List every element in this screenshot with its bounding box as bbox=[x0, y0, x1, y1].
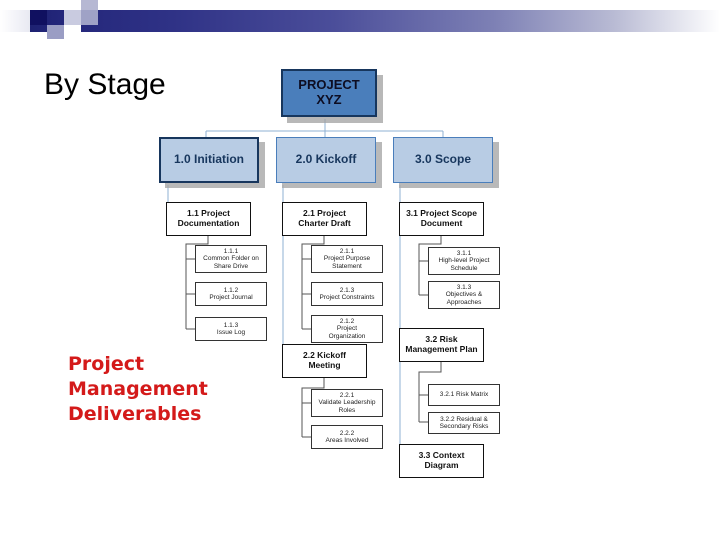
node-3-2-1-risk-matrix[interactable]: 3.2.1 Risk Matrix bbox=[428, 384, 500, 406]
node-label: 2.2.1 Validate Leadership Roles bbox=[318, 392, 376, 414]
node-stage-1-0-initiation[interactable]: 1.0 Initiation bbox=[159, 137, 259, 183]
node-label: 3.1.3 Objectives & Approaches bbox=[445, 284, 483, 306]
node-label: 1.0 Initiation bbox=[173, 152, 244, 167]
node-label: 2.1.2 Project Organization bbox=[328, 318, 366, 340]
node-2-2-kickoff-meeting[interactable]: 2.2 Kickoff Meeting bbox=[282, 344, 367, 378]
node-stage-3-0-scope[interactable]: 3.0 Scope bbox=[393, 137, 493, 183]
node-3-2-2-residual-and-secondary-risks[interactable]: 3.2.2 Residual & Secondary Risks bbox=[428, 412, 500, 434]
node-label: 2.0 Kickoff bbox=[295, 152, 357, 167]
slide-canvas: By Stage Project Management Deliverables bbox=[0, 0, 720, 540]
node-label: 3.2.2 Residual & Secondary Risks bbox=[439, 415, 489, 430]
node-3-2-risk-management-plan[interactable]: 3.2 Risk Management Plan bbox=[399, 328, 484, 362]
node-2-2-1-validate-leadership-roles[interactable]: 2.2.1 Validate Leadership Roles bbox=[311, 389, 383, 417]
node-label: 2.2.2 Areas Involved bbox=[325, 429, 369, 444]
node-3-1-3-objectives-and-approaches[interactable]: 3.1.3 Objectives & Approaches bbox=[428, 281, 500, 309]
node-1-1-1-common-folder-on-share-drive[interactable]: 1.1.1 Common Folder on Share Drive bbox=[195, 245, 267, 273]
node-label: 3.2.1 Risk Matrix bbox=[439, 391, 489, 399]
node-label: 2.1 Project Charter Draft bbox=[298, 208, 351, 228]
node-3-1-project-scope-document[interactable]: 3.1 Project Scope Document bbox=[399, 202, 484, 236]
node-2-1-1-project-purpose-statement[interactable]: 2.1.1 Project Purpose Statement bbox=[311, 245, 383, 273]
node-3-1-1-high-level-project-schedule[interactable]: 3.1.1 High-level Project Schedule bbox=[428, 247, 500, 275]
node-project-xyz[interactable]: PROJECT XYZ bbox=[281, 69, 377, 117]
node-1-1-project-documentation[interactable]: 1.1 Project Documentation bbox=[166, 202, 251, 236]
node-2-1-project-charter-draft[interactable]: 2.1 Project Charter Draft bbox=[282, 202, 367, 236]
node-label: 3.0 Scope bbox=[414, 152, 472, 167]
node-label: PROJECT XYZ bbox=[298, 77, 360, 107]
node-1-1-3-issue-log[interactable]: 1.1.3 Issue Log bbox=[195, 317, 267, 341]
node-2-1-3-project-constraints[interactable]: 2.1.3 Project Constraints bbox=[311, 282, 383, 306]
node-3-3-context-diagram[interactable]: 3.3 Context Diagram bbox=[399, 444, 484, 478]
node-label: 1.1 Project Documentation bbox=[177, 208, 240, 228]
node-label: 3.3 Context Diagram bbox=[418, 450, 465, 470]
node-label: 3.1.1 High-level Project Schedule bbox=[438, 250, 490, 272]
org-chart: PROJECT XYZ 1.0 Initiation 2.0 Kickoff 3… bbox=[0, 0, 720, 540]
node-label: 1.1.1 Common Folder on Share Drive bbox=[203, 248, 259, 270]
node-label: 3.1 Project Scope Document bbox=[406, 208, 477, 228]
node-label: 2.2 Kickoff Meeting bbox=[303, 350, 346, 370]
node-label: 3.2 Risk Management Plan bbox=[405, 334, 478, 354]
node-label: 2.1.3 Project Constraints bbox=[319, 286, 375, 301]
node-label: 2.1.1 Project Purpose Statement bbox=[323, 248, 371, 270]
node-1-1-2-project-journal[interactable]: 1.1.2 Project Journal bbox=[195, 282, 267, 306]
node-2-1-2-project-organization[interactable]: 2.1.2 Project Organization bbox=[311, 315, 383, 343]
node-label: 1.1.2 Project Journal bbox=[209, 286, 253, 301]
node-label: 1.1.3 Issue Log bbox=[216, 321, 246, 336]
node-stage-2-0-kickoff[interactable]: 2.0 Kickoff bbox=[276, 137, 376, 183]
node-2-2-2-areas-involved[interactable]: 2.2.2 Areas Involved bbox=[311, 425, 383, 449]
